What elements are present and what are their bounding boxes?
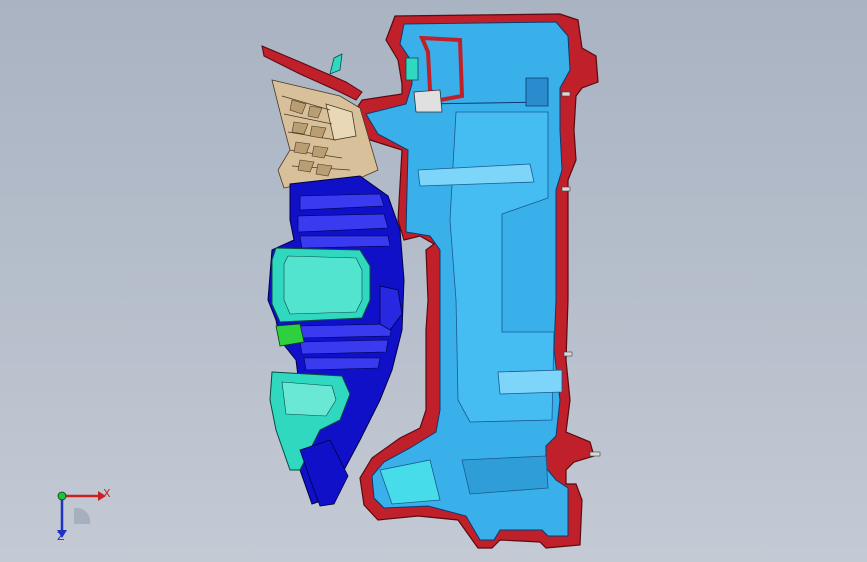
housing-rib-3 [461, 455, 549, 495]
z-axis-label: Z [57, 530, 65, 543]
lower-duct-inner [281, 381, 337, 417]
small-bracket [405, 57, 419, 81]
3d-model-scene[interactable] [0, 0, 867, 562]
green-clip [275, 323, 305, 347]
housing-rib-2 [497, 369, 563, 395]
display-panel-face [283, 255, 363, 315]
arrow-marker-icon [329, 53, 343, 75]
triad-plane [74, 507, 91, 524]
x-axis-label: X [103, 487, 111, 500]
coordinate-triad: X Z [40, 478, 120, 548]
origin-y-dot [57, 491, 67, 501]
connector-clip [413, 89, 443, 113]
housing-slot [525, 77, 549, 107]
cad-viewport[interactable]: X Z [0, 0, 867, 562]
